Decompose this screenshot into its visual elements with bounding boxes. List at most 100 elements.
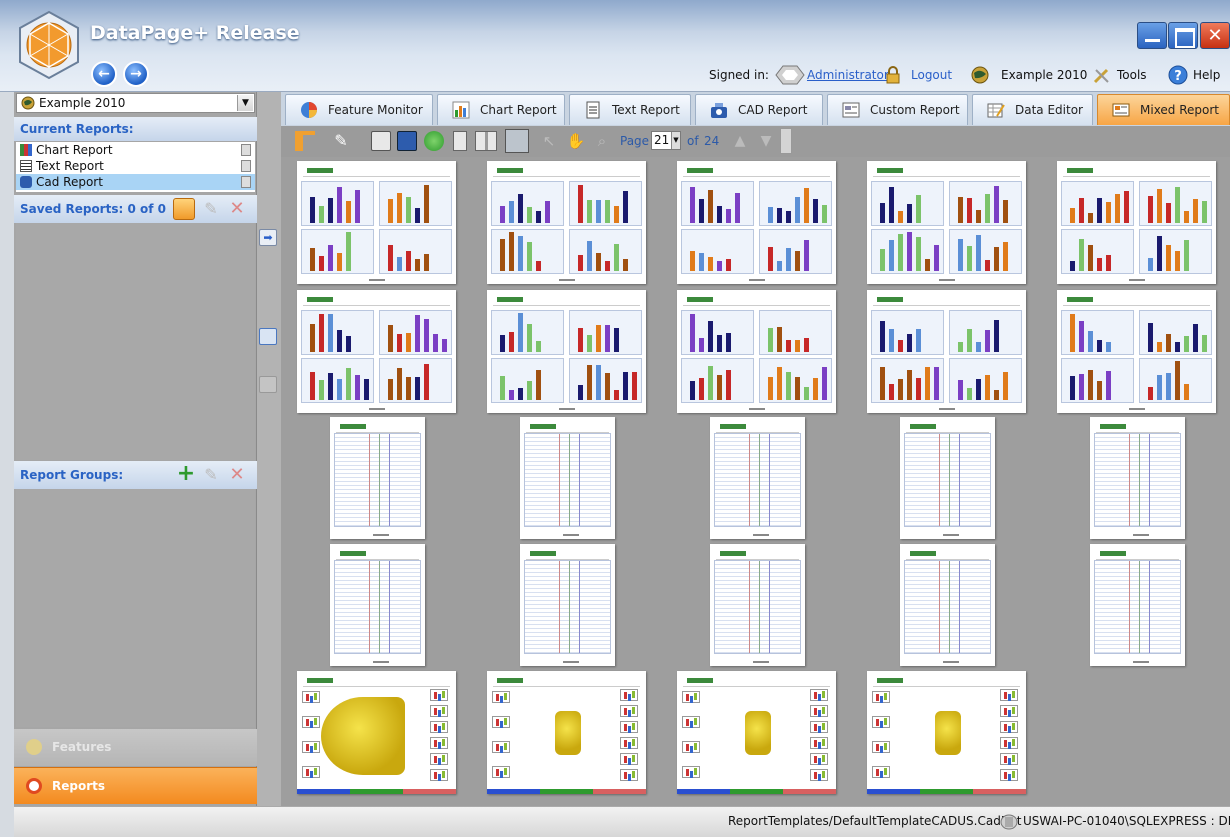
report-page-thumbnail[interactable] xyxy=(1057,161,1216,284)
chart-bar xyxy=(397,334,402,352)
nav-features[interactable]: Features xyxy=(14,729,257,766)
page-layout-icon[interactable] xyxy=(259,328,277,345)
report-page-thumbnail[interactable] xyxy=(520,544,615,666)
report-page-thumbnail[interactable] xyxy=(487,161,646,284)
arrow-down-icon[interactable]: ▼ xyxy=(756,131,776,151)
chart-bar xyxy=(967,329,972,352)
report-page-thumbnail[interactable] xyxy=(710,544,805,666)
page-footer xyxy=(368,408,385,410)
tab-mixed-report[interactable]: Mixed Report xyxy=(1097,94,1230,125)
single-page-icon[interactable] xyxy=(453,131,467,151)
page-number-input[interactable]: 21 ▼ xyxy=(651,131,681,150)
report-page-thumbnail[interactable] xyxy=(677,671,836,794)
cad-icon xyxy=(711,103,727,118)
chart-bar xyxy=(907,232,912,271)
zoom-icon[interactable]: ⌕ xyxy=(592,131,612,151)
close-button[interactable]: ✕ xyxy=(1200,22,1230,49)
user-link[interactable]: Administrator xyxy=(807,68,889,82)
chart-bar xyxy=(518,388,523,400)
maximize-button[interactable] xyxy=(1168,22,1198,49)
arrow-right-icon[interactable]: ➡ xyxy=(259,229,277,246)
report-page-thumbnail[interactable] xyxy=(867,290,1026,413)
chart-bar xyxy=(1148,196,1153,223)
tab-feature-monitor[interactable]: Feature Monitor xyxy=(285,94,433,125)
report-page-thumbnail[interactable] xyxy=(1057,290,1216,413)
forward-button[interactable]: → xyxy=(123,61,149,87)
open-folder-icon[interactable] xyxy=(173,198,195,220)
scroll-handle[interactable] xyxy=(780,128,792,154)
logout-link[interactable]: Logout xyxy=(911,68,952,82)
report-page-thumbnail[interactable] xyxy=(1090,417,1185,539)
two-page-icon[interactable] xyxy=(475,131,497,151)
chart-bar xyxy=(777,327,782,352)
report-page-thumbnail[interactable] xyxy=(330,417,425,539)
list-item[interactable]: Chart Report xyxy=(16,142,255,158)
report-page-thumbnail[interactable] xyxy=(487,671,646,794)
chart-bar xyxy=(346,201,351,223)
nav-reports[interactable]: Reports xyxy=(14,767,257,804)
help-menu[interactable]: ? Help xyxy=(1168,65,1220,85)
report-preview-area[interactable] xyxy=(281,157,1230,806)
hand-icon[interactable]: ✋ xyxy=(566,131,586,151)
page-header xyxy=(1063,165,1210,177)
report-page-thumbnail[interactable] xyxy=(677,161,836,284)
minimize-button[interactable] xyxy=(1137,22,1167,49)
delete-icon[interactable]: ✕ xyxy=(226,464,248,486)
chart-bar xyxy=(355,190,360,223)
report-page-thumbnail[interactable] xyxy=(330,544,425,666)
mini-chart xyxy=(620,753,638,765)
chart-bar xyxy=(1106,202,1111,223)
list-item[interactable]: Text Report xyxy=(16,158,255,174)
tab-text-report[interactable]: Text Report xyxy=(569,94,691,125)
delete-icon[interactable]: ✕ xyxy=(226,198,248,220)
tab-label: Custom Report xyxy=(870,103,960,117)
chevron-down-icon[interactable]: ▼ xyxy=(237,95,253,111)
page-footer xyxy=(372,534,389,536)
report-page-thumbnail[interactable] xyxy=(900,544,995,666)
chart-bar xyxy=(898,211,903,223)
report-page-thumbnail[interactable] xyxy=(900,417,995,539)
refresh-icon[interactable] xyxy=(424,131,444,151)
ruler-icon[interactable] xyxy=(295,131,315,151)
edit-icon[interactable]: ✎ xyxy=(200,464,222,486)
tab-data-editor[interactable]: Data Editor xyxy=(972,94,1093,125)
report-page-thumbnail[interactable] xyxy=(677,290,836,413)
report-page-thumbnail[interactable] xyxy=(487,290,646,413)
chart-bar xyxy=(804,338,809,352)
mini-chart xyxy=(430,689,448,701)
multi-page-icon[interactable] xyxy=(505,129,529,153)
edit-icon[interactable]: ✎ xyxy=(200,198,222,220)
report-page-thumbnail[interactable] xyxy=(297,290,456,413)
database-indicator[interactable]: Example 2010 xyxy=(970,65,1087,85)
tools-menu[interactable]: Tools xyxy=(1092,65,1147,85)
tab-custom-report[interactable]: Custom Report xyxy=(827,94,968,125)
report-page-thumbnail[interactable] xyxy=(867,671,1026,794)
tab-chart-report[interactable]: Chart Report xyxy=(437,94,565,125)
chart-bar xyxy=(415,208,420,223)
chart-bar xyxy=(958,197,963,223)
add-icon[interactable]: + xyxy=(175,463,197,486)
chart-bar xyxy=(934,367,939,400)
tab-cad-report[interactable]: CAD Report xyxy=(695,94,823,125)
database-select[interactable]: Example 2010 ▼ xyxy=(16,93,255,113)
pointer-icon[interactable]: ↖ xyxy=(539,131,559,151)
page-header xyxy=(336,421,419,433)
mini-chart xyxy=(681,310,754,355)
report-page-thumbnail[interactable] xyxy=(297,671,456,794)
report-page-thumbnail[interactable] xyxy=(297,161,456,284)
report-page-thumbnail[interactable] xyxy=(710,417,805,539)
logout-area[interactable]: Logout xyxy=(884,65,952,85)
panel-splitter[interactable]: ➡ xyxy=(257,92,281,806)
save-icon[interactable] xyxy=(397,131,417,151)
print-icon[interactable] xyxy=(371,131,391,151)
report-page-thumbnail[interactable] xyxy=(867,161,1026,284)
chevron-down-icon[interactable]: ▼ xyxy=(671,132,680,149)
back-button[interactable]: ← xyxy=(91,61,117,87)
report-page-thumbnail[interactable] xyxy=(520,417,615,539)
print-layout-icon[interactable] xyxy=(259,376,277,393)
arrow-up-icon[interactable]: ▲ xyxy=(730,131,750,151)
report-page-thumbnail[interactable] xyxy=(1090,544,1185,666)
list-item[interactable]: Cad Report xyxy=(16,174,255,190)
edit-icon[interactable]: ✎ xyxy=(331,131,351,151)
page-header xyxy=(1063,294,1210,306)
